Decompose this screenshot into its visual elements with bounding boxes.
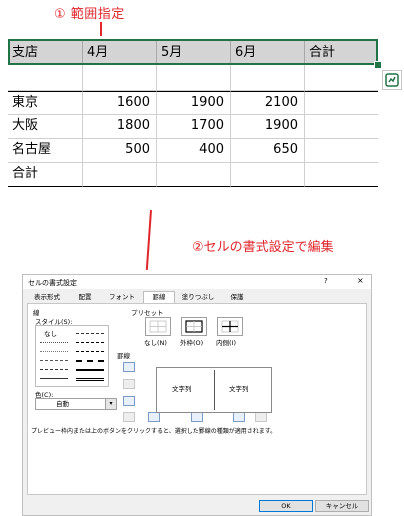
quick-analysis-button[interactable]	[382, 70, 402, 90]
table-cell[interactable]	[83, 163, 157, 187]
preset-inside-button[interactable]	[217, 317, 243, 336]
border-right-button[interactable]	[233, 412, 245, 422]
preset-none-icon	[149, 320, 167, 333]
line-style-option[interactable]	[40, 360, 68, 361]
table-cell[interactable]: 大阪	[8, 115, 83, 139]
color-select-value: 自動	[56, 400, 69, 408]
border-inside-horizontal-button[interactable]	[123, 379, 135, 389]
line-style-none[interactable]: なし	[44, 328, 57, 338]
table-cell[interactable]	[305, 91, 378, 115]
line-style-option[interactable]	[76, 378, 104, 381]
table-cell[interactable]	[231, 65, 305, 91]
border-diagonal-down-button[interactable]	[255, 412, 267, 422]
line-style-option[interactable]	[40, 342, 68, 343]
preset-none-label: なし(N)	[144, 339, 167, 347]
format-cells-dialog: セルの書式設定 ? × 表示形式 配置 フォント 罫線 塗りつぶし 保護 線 ス…	[22, 274, 372, 516]
tab-font[interactable]: フォント	[105, 292, 139, 303]
preset-outline-icon	[185, 320, 203, 333]
table-cell[interactable]: 1900	[231, 115, 305, 139]
close-button[interactable]: ×	[357, 276, 364, 285]
cancel-button[interactable]: キャンセル	[315, 500, 369, 512]
line-style-option[interactable]	[76, 369, 104, 371]
table-cell[interactable]: 500	[83, 139, 157, 163]
annotation-step2: ②セルの書式設定で編集	[192, 240, 334, 255]
header-cell[interactable]: 合計	[305, 40, 378, 65]
table-cell[interactable]	[305, 163, 378, 187]
quick-analysis-icon	[385, 73, 399, 87]
preview-text-left: 文字列	[172, 385, 192, 393]
tab-number[interactable]: 表示形式	[27, 292, 67, 303]
table-cell[interactable]: 合計	[8, 163, 83, 187]
table-cell[interactable]: 650	[231, 139, 305, 163]
table-cell[interactable]: 東京	[8, 91, 83, 115]
border-left-button[interactable]	[148, 412, 160, 422]
table-cell[interactable]: 2100	[231, 91, 305, 115]
table-cell[interactable]	[305, 115, 378, 139]
preset-outline-label: 外枠(O)	[180, 339, 204, 347]
line-style-option[interactable]	[76, 333, 104, 334]
table-cell[interactable]	[157, 163, 231, 187]
header-cell[interactable]: 5月	[157, 40, 231, 65]
line-style-option[interactable]	[40, 378, 68, 379]
tab-protection[interactable]: 保護	[225, 292, 249, 303]
line-style-option[interactable]	[40, 369, 68, 370]
table-cell[interactable]: 1900	[157, 91, 231, 115]
header-cell[interactable]: 6月	[231, 40, 305, 65]
line-style-option[interactable]	[76, 342, 104, 343]
border-inside-vertical-button[interactable]	[191, 412, 203, 422]
header-cell[interactable]: 支店	[8, 40, 83, 65]
table-cell[interactable]	[305, 139, 378, 163]
preview-text-right: 文字列	[229, 385, 249, 393]
line-style-option[interactable]	[76, 351, 104, 352]
preset-label: プリセット	[131, 309, 164, 317]
color-select[interactable]: 自動 ▾	[35, 398, 117, 410]
border-bottom-button[interactable]	[123, 396, 135, 406]
annotation-step1: ① 範囲指定	[54, 7, 125, 22]
table-cell[interactable]	[83, 65, 157, 91]
tab-fill[interactable]: 塗りつぶし	[177, 292, 219, 303]
preset-outline-button[interactable]	[181, 317, 207, 336]
preset-none-button[interactable]	[145, 317, 171, 336]
table-cell[interactable]: 名古屋	[8, 139, 83, 163]
border-label: 罫線	[117, 352, 130, 360]
fill-handle[interactable]	[374, 61, 382, 69]
annotation-pointer-1	[100, 22, 102, 36]
dialog-title: セルの書式設定	[28, 279, 77, 287]
table-cell[interactable]	[157, 65, 231, 91]
tab-alignment[interactable]: 配置	[71, 292, 99, 303]
preset-inside-icon	[221, 320, 239, 333]
preset-inside-label: 内側(I)	[216, 339, 236, 347]
line-style-option[interactable]	[40, 351, 68, 352]
border-top-button[interactable]	[123, 362, 135, 372]
chevron-down-icon: ▾	[105, 399, 116, 409]
preview-inner-line	[214, 370, 215, 410]
line-style-option[interactable]	[76, 360, 104, 362]
table-cell[interactable]	[8, 65, 83, 91]
table-cell[interactable]	[305, 65, 378, 91]
border-diagonal-up-button[interactable]	[123, 412, 135, 422]
line-style-list[interactable]: なし	[35, 325, 109, 387]
table-cell[interactable]	[231, 163, 305, 187]
header-cell[interactable]: 4月	[83, 40, 157, 65]
border-preview[interactable]: 文字列 文字列	[156, 367, 272, 413]
table-cell[interactable]: 1700	[157, 115, 231, 139]
help-button[interactable]: ?	[324, 277, 328, 285]
ok-button[interactable]: OK	[259, 500, 313, 512]
table-cell[interactable]: 1800	[83, 115, 157, 139]
table-cell[interactable]: 400	[157, 139, 231, 163]
annotation-pointer-2	[145, 210, 152, 270]
dialog-footnote: プレビュー枠内または上のボタンをクリックすると、選択した罫線の種類が適用されます…	[31, 428, 277, 435]
table-cell[interactable]: 1600	[83, 91, 157, 115]
